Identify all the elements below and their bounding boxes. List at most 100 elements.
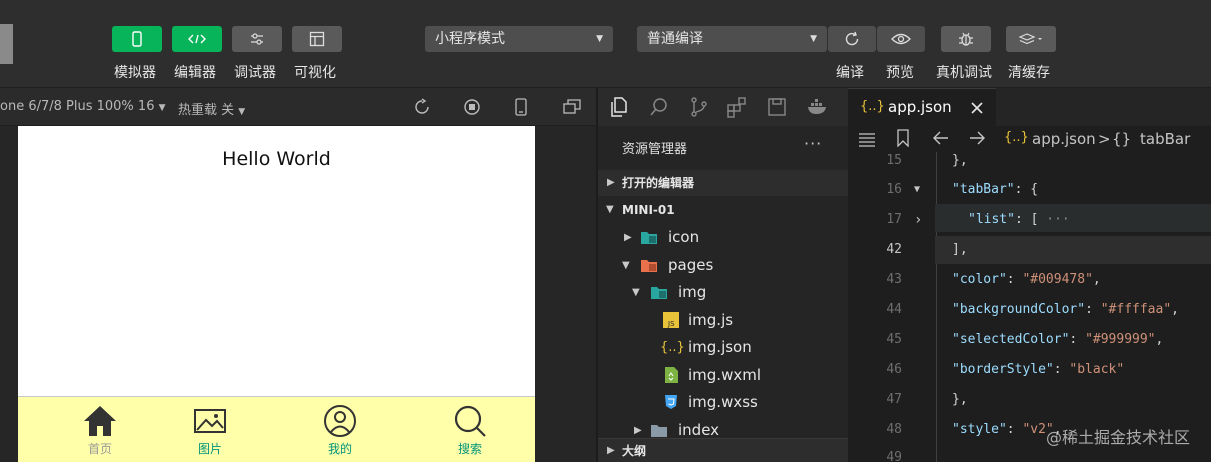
layers-icon (1018, 33, 1042, 45)
more-actions-icon[interactable]: ··· (804, 134, 822, 153)
compile-select-value: 普通编译 (647, 31, 703, 47)
tree-item-img-wxml[interactable]: img.wxml (598, 362, 848, 389)
svg-text:JS: JS (667, 320, 675, 328)
tree-item-img-folder[interactable]: ▼ img (598, 279, 848, 306)
code-line: ], (952, 242, 968, 257)
list-icon[interactable] (858, 131, 876, 147)
files-icon[interactable] (608, 96, 630, 118)
debugger-label: 调试器 (234, 65, 276, 81)
tab-image[interactable]: 图片 (170, 397, 250, 462)
hello-text: Hello World (222, 148, 331, 170)
rotate-icon[interactable] (413, 98, 431, 116)
tree-item-label: img.js (688, 311, 734, 329)
hot-reload-select[interactable]: 热重载 关 ▼ (178, 99, 245, 118)
visual-label: 可视化 (294, 65, 336, 81)
line-number: 16 (886, 182, 902, 197)
layout-icon (309, 31, 325, 47)
phone-screen: Hello World 首页 图片 我的 搜索 (18, 126, 535, 462)
compile-button[interactable] (828, 26, 876, 52)
open-editors-section[interactable]: ▶ 打开的编辑器 (598, 170, 848, 196)
caret-down-icon: ▼ (238, 107, 246, 117)
image-icon (194, 409, 226, 433)
code-editor[interactable]: 15 }, 16 ▼ "tabBar": { 17 › "list": [ ··… (848, 152, 1211, 462)
stop-icon[interactable] (463, 98, 481, 116)
tree-item-img-js[interactable]: JS img.js (598, 307, 848, 334)
breadcrumb-node[interactable]: tabBar (1140, 130, 1190, 148)
chevron-right-icon: ▶ (607, 177, 615, 188)
remote-debug-button[interactable] (941, 26, 991, 52)
refresh-icon (845, 31, 859, 46)
mode-select[interactable]: 小程序模式 ▼ (425, 26, 613, 52)
indent-guide (936, 152, 937, 462)
line-number: 48 (886, 422, 902, 437)
css-file-icon (665, 395, 677, 409)
caret-down-icon: ▼ (596, 34, 603, 44)
debugger-button[interactable] (232, 26, 282, 52)
docker-icon[interactable] (806, 96, 830, 118)
arrow-right-icon[interactable] (968, 130, 986, 146)
tab-search[interactable]: 搜索 (430, 397, 510, 462)
line-number: 43 (886, 272, 902, 287)
editor-label: 编辑器 (174, 65, 216, 81)
simulator-button[interactable] (112, 26, 162, 52)
caret-down-icon: ▼ (158, 103, 166, 113)
line-number: 46 (886, 362, 902, 377)
tree-item-label: pages (668, 256, 714, 274)
clear-cache-button[interactable] (1006, 26, 1056, 52)
tab-mine[interactable]: 我的 (300, 397, 380, 462)
code-line: }, (952, 392, 968, 407)
tab-home-label: 首页 (87, 442, 112, 456)
phone-icon[interactable] (514, 98, 528, 116)
line-number: 47 (886, 392, 902, 407)
tree-item-pages[interactable]: ▼ pages (598, 252, 848, 279)
editor-tab-app-json[interactable]: {..} app.json (848, 88, 996, 126)
tree-item-icon[interactable]: ▶ icon (598, 224, 848, 251)
avatar[interactable] (0, 24, 13, 64)
code-line: "color": "#009478", (952, 272, 1101, 287)
chevron-down-icon: ▼ (606, 204, 614, 215)
tab-bar: 首页 图片 我的 搜索 (18, 396, 535, 462)
editor-tabs: {..} app.json (848, 88, 1211, 126)
line-number: 45 (886, 332, 902, 347)
tree-item-img-json[interactable]: {..} img.json (598, 334, 848, 361)
folder-open-icon (651, 287, 667, 299)
save-icon[interactable] (766, 96, 788, 118)
simulator-toolbar: one 6/7/8 Plus 100% 16 ▼ 热重载 关 ▼ (0, 88, 597, 126)
tab-mine-label: 我的 (327, 442, 352, 456)
visual-button[interactable] (292, 26, 342, 52)
close-icon[interactable] (970, 101, 984, 115)
bug-icon (959, 32, 973, 46)
extensions-icon[interactable] (726, 96, 748, 118)
breadcrumb-file[interactable]: app.json (1032, 130, 1096, 148)
search-icon[interactable] (648, 96, 670, 118)
tab-home[interactable]: 首页 (60, 397, 140, 462)
user-icon (324, 405, 356, 437)
search-icon (454, 405, 486, 437)
outline-label: 大纲 (622, 444, 647, 458)
project-section[interactable]: ▼ MINI-01 (598, 197, 848, 223)
tab-image-label: 图片 (197, 442, 222, 456)
json-file-icon: {..} (860, 99, 885, 114)
bookmark-icon[interactable] (896, 129, 910, 147)
device-select[interactable]: one 6/7/8 Plus 100% 16 ▼ (0, 99, 166, 114)
preview-button[interactable] (877, 26, 925, 52)
tree-item-img-wxss[interactable]: img.wxss (598, 389, 848, 416)
code-line: }, (952, 153, 968, 168)
tree-item-label: icon (668, 228, 700, 246)
chevron-down-icon: ▼ (622, 260, 630, 271)
tab-search-label: 搜索 (457, 442, 482, 456)
compile-select[interactable]: 普通编译 ▼ (637, 26, 827, 52)
arrow-left-icon[interactable] (932, 130, 950, 146)
sliders-icon (251, 33, 263, 45)
remote-debug-label: 真机调试 (936, 65, 992, 81)
chevron-right-icon[interactable]: › (914, 212, 922, 228)
editor-button[interactable] (172, 26, 222, 52)
detach-window-icon[interactable] (562, 98, 582, 116)
chevron-down-icon[interactable]: ▼ (914, 184, 920, 195)
line-number: 49 (886, 450, 902, 462)
folder-icon (651, 425, 667, 437)
home-icon (84, 406, 116, 436)
watermark: @稀土掘金技术社区 (1046, 428, 1191, 447)
outline-section[interactable]: ▶ 大纲 (598, 438, 848, 462)
source-control-icon[interactable] (688, 96, 710, 118)
